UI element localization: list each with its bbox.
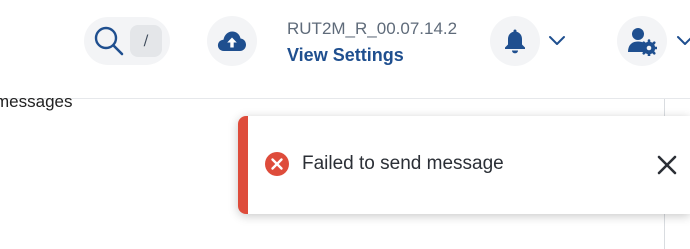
- close-icon[interactable]: [654, 152, 680, 178]
- firmware-version: RUT2M_R_00.07.14.2: [287, 19, 458, 38]
- upload-button[interactable]: [207, 16, 257, 66]
- page: / RUT2M_R_00.07.14.2 View Settings messa…: [0, 0, 690, 249]
- user-menu-button[interactable]: [617, 16, 667, 66]
- firmware-info: RUT2M_R_00.07.14.2 View Settings: [287, 18, 477, 67]
- toast-accent-bar: [238, 116, 248, 214]
- bell-icon: [505, 29, 525, 54]
- search-button[interactable]: /: [84, 17, 170, 65]
- user-settings-icon: [628, 28, 657, 56]
- chevron-down-icon[interactable]: [676, 35, 690, 47]
- search-icon: [94, 26, 124, 56]
- search-shortcut-key: /: [130, 25, 162, 57]
- view-settings-link[interactable]: View Settings: [287, 43, 477, 67]
- chevron-down-icon[interactable]: [548, 35, 566, 47]
- top-bar: / RUT2M_R_00.07.14.2 View Settings: [0, 0, 690, 99]
- page-heading-partial: messages: [0, 92, 73, 111]
- cloud-upload-icon: [217, 31, 246, 51]
- error-toast: Failed to send message: [238, 116, 690, 214]
- notifications-button[interactable]: [490, 16, 540, 66]
- toast-message: Failed to send message: [302, 153, 504, 174]
- error-icon: [265, 152, 289, 176]
